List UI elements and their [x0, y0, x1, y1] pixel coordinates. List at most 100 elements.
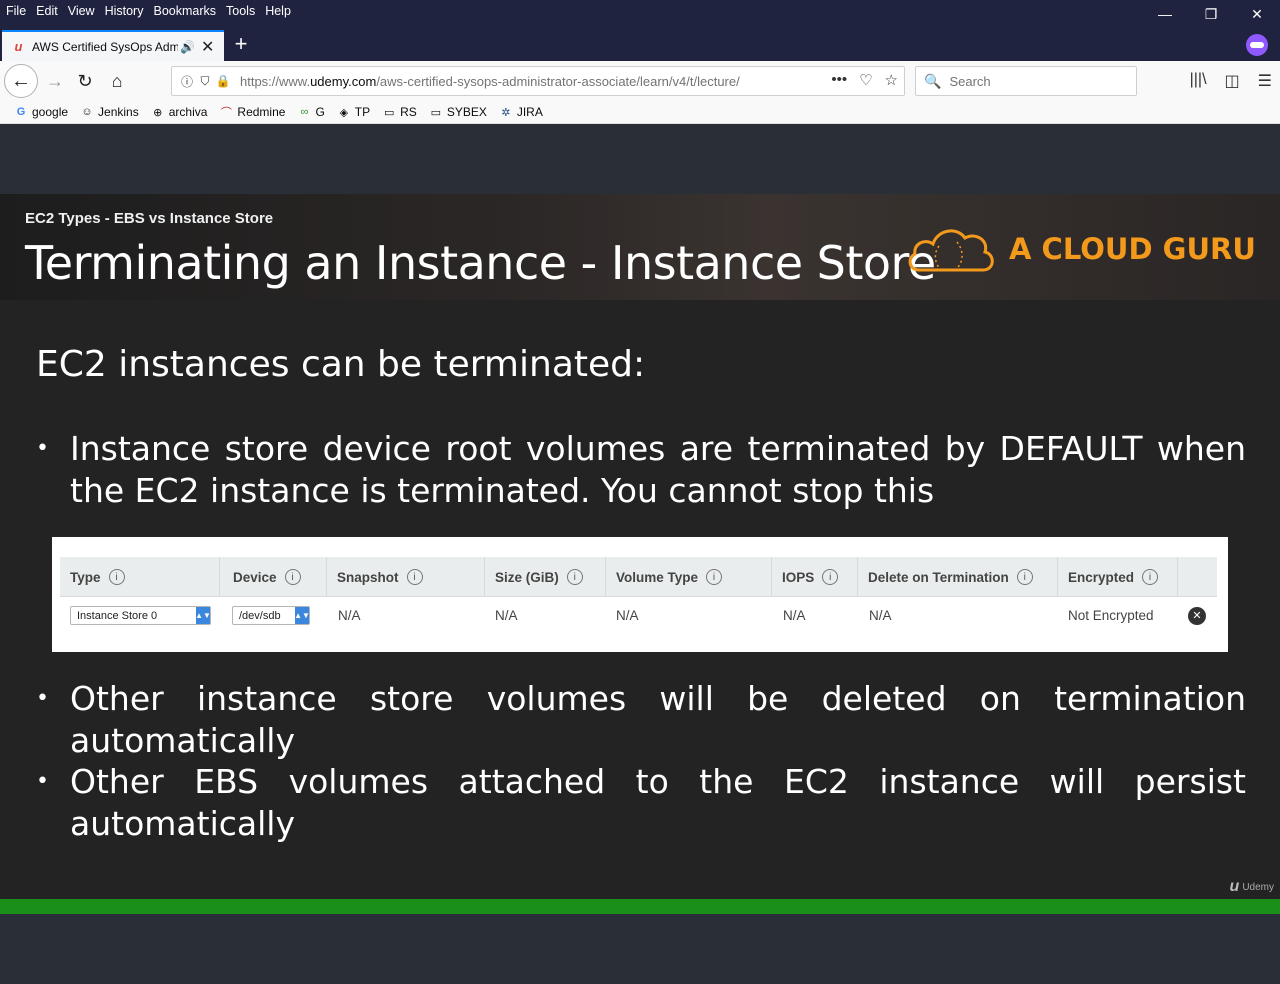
udemy-favicon-icon: u	[14, 39, 23, 54]
bookmark-g[interactable]: ∞ G	[297, 105, 325, 119]
tp-icon: ◈	[339, 106, 349, 119]
table-row: Instance Store 0 ▲▼ /dev/sdb ▲▼ N/A N/A N/…	[60, 597, 1217, 634]
select-arrows-icon: ▲▼	[195, 607, 211, 624]
logo-text: A CLOUD GURU	[1009, 232, 1256, 266]
jira-icon: ✲	[501, 106, 511, 119]
google-icon: G	[16, 106, 26, 118]
column-header-type: Type i	[60, 557, 220, 597]
pocket-icon[interactable]: ♡	[859, 71, 872, 89]
encrypted-cell: Not Encrypted	[1068, 608, 1154, 623]
search-icon: 🔍	[924, 72, 942, 89]
forward-button[interactable]: →	[40, 66, 70, 96]
delete-on-termination-cell: N/A	[869, 608, 892, 623]
tracking-shield-icon[interactable]: ⛉	[196, 72, 214, 90]
slide-kicker: EC2 Types - EBS vs Instance Store	[25, 210, 274, 227]
info-icon[interactable]: i	[566, 569, 583, 585]
folder-icon: ▭	[430, 106, 442, 119]
column-header-size: Size (GiB) i	[485, 557, 606, 597]
column-header-encrypted: Encrypted i	[1058, 557, 1178, 597]
new-tab-button[interactable]: +	[230, 31, 252, 56]
url-bar[interactable]: ⓘ ⛉ 🔒 https://www.udemy.com/aws-certifie…	[171, 66, 905, 96]
menu-view[interactable]: View	[68, 4, 95, 18]
menu-edit[interactable]: Edit	[36, 4, 58, 18]
globe-icon: ⊕	[153, 106, 163, 119]
bullet-dot: •	[36, 436, 49, 461]
menu-tools[interactable]: Tools	[226, 4, 255, 18]
info-icon[interactable]: i	[1016, 569, 1033, 585]
info-icon[interactable]: i	[406, 569, 423, 585]
slide-title: Terminating an Instance - Instance Store	[25, 236, 936, 290]
bookmark-star-icon[interactable]: ☆	[885, 71, 898, 89]
menu-bar: File Edit View History Bookmarks Tools H…	[0, 0, 291, 22]
bullet-text: Other EBS volumes attached to the EC2 in…	[70, 762, 1246, 843]
column-header-device: Device i	[220, 557, 327, 597]
info-icon[interactable]: i	[822, 569, 839, 585]
link-icon: ∞	[300, 106, 309, 118]
type-select[interactable]: Instance Store 0 ▲▼	[70, 597, 211, 634]
sidebar-icon[interactable]: ◫	[1225, 71, 1240, 91]
page-content: EC2 Types - EBS vs Instance Store Termin…	[0, 124, 1280, 984]
slide-heading: EC2 instances can be terminated:	[36, 344, 646, 385]
close-circle-icon: ✕	[1188, 606, 1206, 625]
browser-titlebar: File Edit View History Bookmarks Tools H…	[0, 0, 1280, 61]
search-bar[interactable]: 🔍	[915, 66, 1137, 96]
info-icon[interactable]: i	[284, 569, 301, 585]
bookmark-google[interactable]: Ggoogle	[14, 105, 68, 119]
search-input[interactable]	[949, 73, 1130, 89]
lock-icon[interactable]: 🔒	[214, 72, 232, 90]
info-icon[interactable]: i	[1142, 569, 1159, 585]
folder-icon: ▭	[383, 106, 395, 119]
bookmark-rs[interactable]: ▭ RS	[382, 105, 417, 119]
tab-close-icon[interactable]: ✕	[201, 37, 214, 57]
menu-file[interactable]: File	[6, 4, 26, 18]
url-text[interactable]: https://www.udemy.com/aws-certified-syso…	[240, 74, 785, 89]
bookmarks-toolbar: Ggoogle ☺ Jenkins ⊕ archiva ⌒ Redmine ∞ G ◈ T…	[0, 101, 1280, 124]
slide-header: EC2 Types - EBS vs Instance Store Termin…	[0, 194, 1280, 300]
bookmark-redmine[interactable]: ⌒ Redmine	[219, 105, 286, 119]
hamburger-menu-icon[interactable]: ☰	[1258, 71, 1272, 91]
size-cell: N/A	[495, 608, 518, 623]
volume-type-cell: N/A	[616, 608, 639, 623]
a-cloud-guru-logo: A CLOUD GURU	[905, 224, 1256, 274]
library-icon[interactable]: |||\	[1190, 71, 1207, 91]
device-select[interactable]: /dev/sdb ▲▼	[232, 597, 310, 634]
menu-bookmarks[interactable]: Bookmarks	[153, 4, 216, 18]
menu-history[interactable]: History	[105, 4, 144, 18]
home-button[interactable]: ⌂	[102, 66, 132, 96]
video-slide[interactable]: EC2 Types - EBS vs Instance Store Termin…	[0, 194, 1280, 899]
bookmark-jenkins[interactable]: ☺ Jenkins	[80, 105, 138, 119]
menu-help[interactable]: Help	[265, 4, 291, 18]
column-header-volume-type: Volume Type i	[606, 557, 772, 597]
speaker-icon[interactable]: 🔊	[180, 40, 195, 54]
bookmark-sybex[interactable]: ▭ SYBEX	[429, 105, 487, 119]
navigation-toolbar: ← → ↻ ⌂ ⓘ ⛉ 🔒 https://www.udemy.com/aws-…	[0, 61, 1280, 101]
minimize-button[interactable]: —	[1142, 0, 1188, 28]
remove-row-button[interactable]: ✕	[1188, 597, 1206, 634]
info-icon[interactable]: i	[706, 569, 723, 585]
close-window-button[interactable]: ✕	[1234, 0, 1280, 28]
reload-button[interactable]: ↻	[70, 66, 100, 96]
restore-button[interactable]: ❐	[1188, 0, 1234, 28]
table-header: Type i Device i Snapshot i Size (GiB) i Volu…	[60, 557, 1217, 597]
bullet-text: Instance store device root volumes are t…	[70, 429, 1246, 510]
info-icon[interactable]: i	[108, 569, 125, 585]
active-tab[interactable]: u AWS Certified SysOps Admi 🔊 ✕	[2, 30, 224, 61]
bullet-dot: •	[36, 686, 49, 711]
private-browsing-icon	[1246, 34, 1268, 56]
bookmark-jira[interactable]: ✲ JIRA	[499, 105, 543, 119]
udemy-logo-icon: u	[1229, 878, 1240, 895]
video-progress-bar[interactable]	[0, 899, 1280, 914]
cloud-logo-icon	[908, 229, 994, 272]
page-actions-icon[interactable]: •••	[831, 71, 847, 89]
snapshot-cell: N/A	[338, 608, 361, 623]
back-button[interactable]: ←	[4, 64, 38, 98]
bookmark-archiva[interactable]: ⊕ archiva	[151, 105, 207, 119]
tab-title: AWS Certified SysOps Admi	[32, 39, 178, 54]
column-header-delete-on-termination: Delete on Termination i	[858, 557, 1058, 597]
info-icon[interactable]: ⓘ	[178, 72, 196, 90]
bullet-text: Other instance store volumes will be del…	[70, 679, 1246, 760]
window-controls: — ❐ ✕	[1142, 0, 1280, 28]
bookmark-tp[interactable]: ◈ TP	[337, 105, 371, 119]
toolbar-right: |||\ ◫ ☰	[1190, 71, 1272, 91]
iops-cell: N/A	[783, 608, 806, 623]
